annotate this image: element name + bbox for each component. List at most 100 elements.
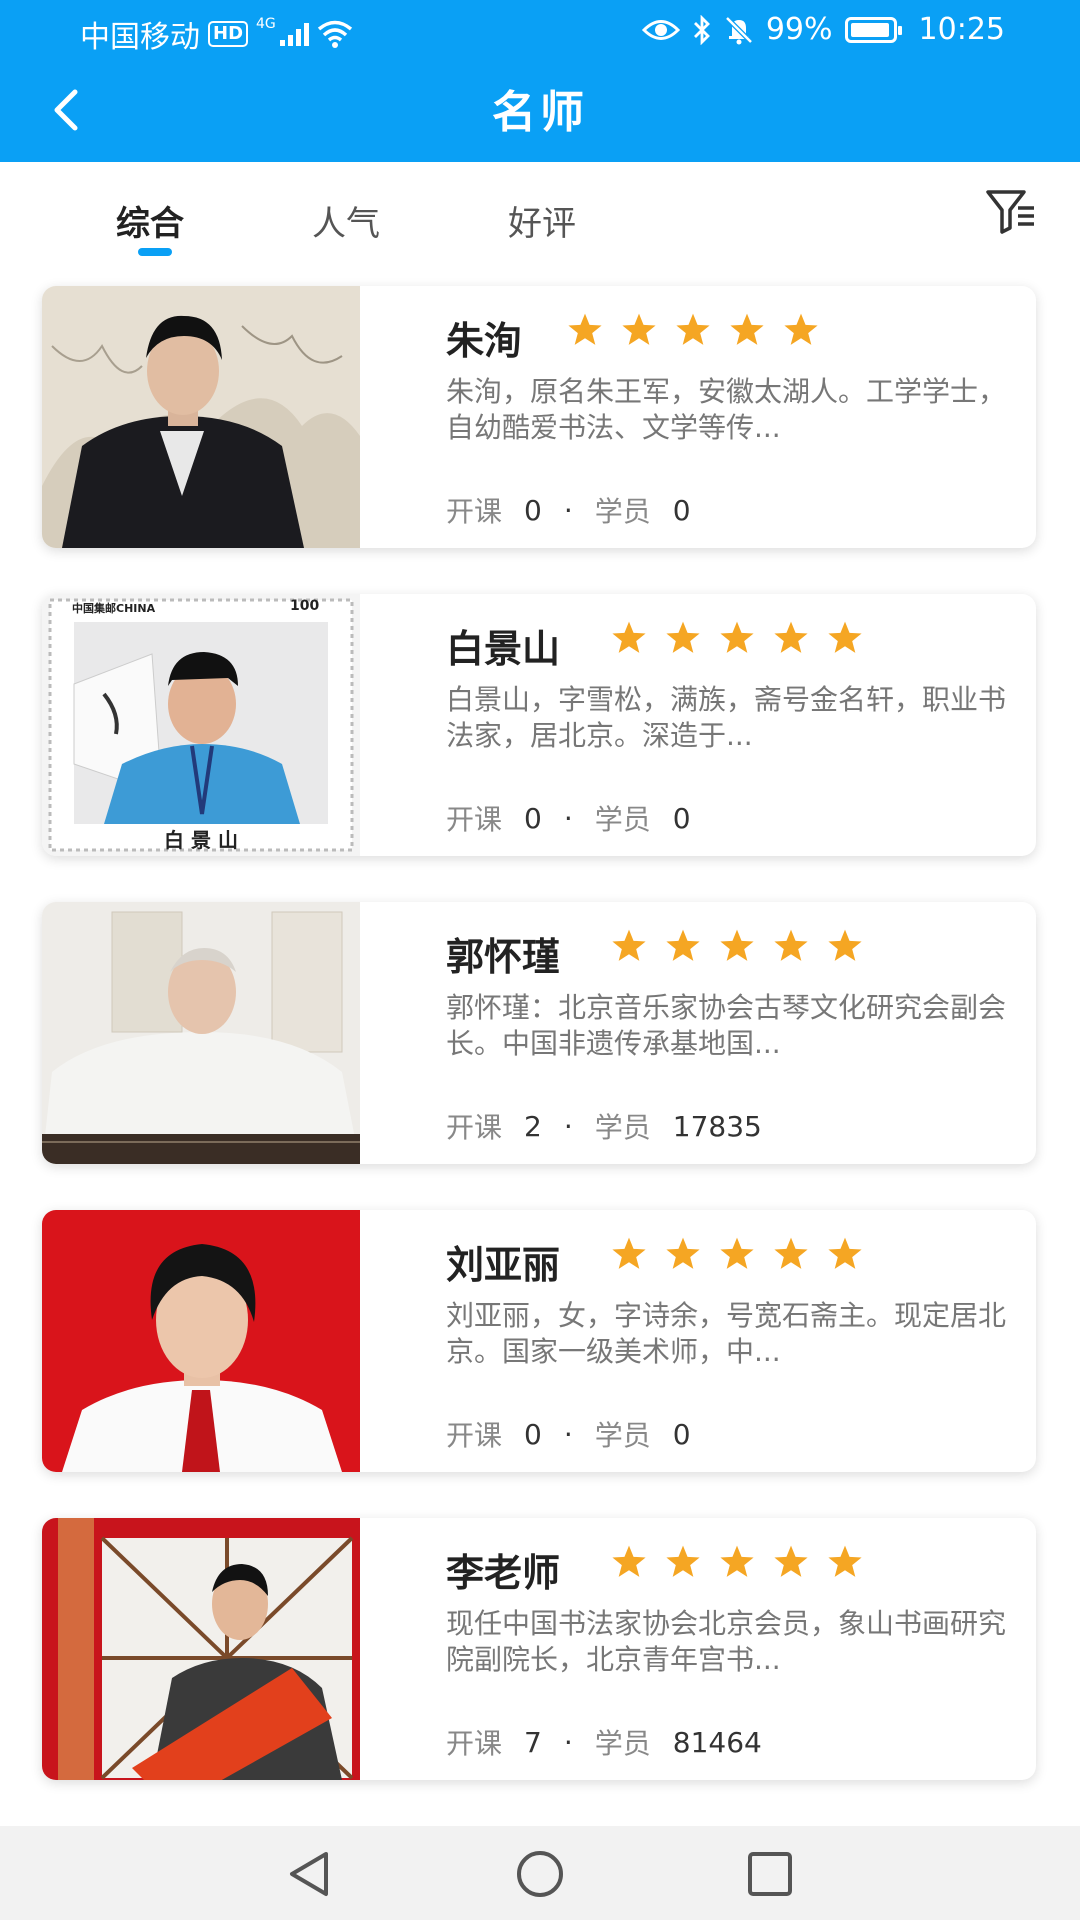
teacher-card[interactable]: 刘亚丽 刘亚丽，女，字诗余，号宽石斋主。现定居北京。国家一级美术师，中... 开…	[42, 1210, 1036, 1472]
star-icon	[720, 1237, 754, 1269]
active-tab-indicator	[138, 248, 172, 256]
system-navigation-bar	[0, 1826, 1080, 1920]
star-icon	[774, 621, 808, 653]
teacher-card[interactable]: 中国集邮CHINA 100 白 景 山 白景山 白景山，字雪松，满族，斋号金名轩…	[42, 594, 1036, 856]
teacher-name: 郭怀瑾	[446, 935, 561, 979]
teacher-card[interactable]: 朱洵 朱洵，原名朱王军，安徽太湖人。工学学士，自幼酷爱书法、文学等传... 开课…	[42, 286, 1036, 548]
star-icon	[828, 1237, 862, 1269]
courses-count: 2	[524, 1109, 542, 1143]
star-icon	[666, 621, 700, 653]
rating-stars	[610, 620, 864, 656]
teacher-description: 刘亚丽，女，字诗余，号宽石斋主。现定居北京。国家一级美术师，中...	[446, 1299, 1006, 1368]
teacher-stats: 开课 0 · 学员 0	[446, 1414, 691, 1454]
teacher-name: 刘亚丽	[446, 1243, 561, 1287]
students-label: 学员	[594, 1419, 651, 1452]
students-count: 17835	[672, 1109, 762, 1143]
students-count: 0	[672, 801, 691, 835]
network-type: 4G	[256, 16, 276, 32]
filter-button[interactable]	[984, 188, 1040, 238]
star-icon	[612, 1545, 646, 1577]
star-icon	[622, 313, 656, 345]
tab-popularity[interactable]: 人气	[312, 196, 380, 245]
eye-icon	[641, 19, 680, 40]
star-icon	[612, 621, 646, 653]
star-icon	[828, 929, 862, 961]
system-recents-button[interactable]	[740, 1844, 800, 1904]
teacher-stats: 开课 0 · 学员 0	[446, 490, 691, 530]
stamp-caption: 白 景 山	[164, 828, 238, 852]
teacher-description: 白景山，字雪松，满族，斋号金名轩，职业书法家，居北京。深造于...	[446, 683, 1006, 752]
system-back-button[interactable]	[280, 1844, 340, 1904]
star-icon	[774, 929, 808, 961]
students-label: 学员	[594, 495, 651, 528]
rating-stars	[610, 1236, 864, 1272]
system-home-button[interactable]	[510, 1844, 570, 1904]
rating-stars	[610, 1544, 864, 1580]
home-circle-icon	[517, 1851, 563, 1897]
teacher-card[interactable]: 李老师 现任中国书法家协会北京会员，象山书画研究院副院长，北京青年宫书... 开…	[42, 1518, 1036, 1780]
app-header: 中国移动 HD 4G 99% 10:25 名师	[0, 0, 1080, 162]
clock: 10:25	[918, 12, 1005, 47]
star-icon	[666, 929, 700, 961]
teacher-description: 现任中国书法家协会北京会员，象山书画研究院副院长，北京青年宫书...	[446, 1607, 1006, 1676]
tab-comprehensive[interactable]: 综合	[116, 196, 184, 245]
teacher-stats: 开课 2 · 学员 17835	[446, 1106, 762, 1146]
star-icon	[774, 1237, 808, 1269]
star-icon	[612, 929, 646, 961]
stamp-top-left-text: 中国集邮CHINA	[72, 602, 156, 615]
teacher-photo	[42, 902, 360, 1164]
students-count: 81464	[672, 1725, 762, 1759]
teacher-card[interactable]: 郭怀瑾 郭怀瑾：北京音乐家协会古琴文化研究会副会长。中国非遗传承基地国... 开…	[42, 902, 1036, 1164]
signal-icon	[279, 22, 309, 46]
star-icon	[828, 621, 862, 653]
star-icon	[784, 313, 818, 345]
star-icon	[828, 1545, 862, 1577]
courses-label: 开课	[446, 1419, 503, 1452]
rating-stars	[610, 928, 864, 964]
teacher-photo	[42, 1210, 360, 1472]
star-icon	[612, 1237, 646, 1269]
teacher-description: 朱洵，原名朱王军，安徽太湖人。工学学士，自幼酷爱书法、文学等传...	[446, 375, 1006, 444]
page-title: 名师	[492, 87, 588, 138]
wifi-icon	[317, 20, 352, 48]
courses-count: 0	[524, 801, 542, 835]
star-icon	[730, 313, 764, 345]
students-label: 学员	[594, 1727, 651, 1760]
carrier-label: 中国移动	[80, 20, 200, 55]
star-icon	[666, 1237, 700, 1269]
recents-square-icon	[748, 1852, 792, 1896]
star-icon	[774, 1545, 808, 1577]
teacher-photo	[42, 1518, 360, 1780]
stamp-top-right-text: 100	[290, 598, 320, 614]
mute-bell-icon	[725, 15, 753, 44]
star-icon	[720, 1545, 754, 1577]
courses-label: 开课	[446, 1111, 503, 1144]
students-label: 学员	[594, 1111, 651, 1144]
students-count: 0	[672, 1417, 691, 1451]
star-icon	[666, 1545, 700, 1577]
star-icon	[676, 313, 710, 345]
teacher-name: 朱洵	[446, 319, 523, 363]
courses-count: 7	[524, 1725, 542, 1759]
sort-tabs: 综合 人气 好评	[0, 162, 1080, 272]
battery-icon	[844, 16, 902, 43]
teacher-name: 李老师	[446, 1551, 561, 1595]
status-bar: 中国移动 HD 4G 99% 10:25	[0, 0, 1080, 60]
courses-label: 开课	[446, 1727, 503, 1760]
filter-icon	[986, 190, 1034, 234]
rating-stars	[566, 312, 820, 348]
star-icon	[568, 313, 602, 345]
star-icon	[720, 929, 754, 961]
teacher-stats: 开课 0 · 学员 0	[446, 798, 691, 838]
hd-badge: HD	[208, 21, 249, 47]
students-count: 0	[672, 493, 691, 527]
tab-good-reviews[interactable]: 好评	[508, 196, 576, 245]
teacher-stats: 开课 7 · 学员 81464	[446, 1722, 762, 1762]
courses-label: 开课	[446, 495, 503, 528]
teacher-name: 白景山	[446, 627, 561, 671]
teacher-photo	[42, 286, 360, 548]
courses-label: 开课	[446, 803, 503, 836]
star-icon	[720, 621, 754, 653]
teacher-photo: 中国集邮CHINA 100 白 景 山	[42, 594, 360, 856]
students-label: 学员	[594, 803, 651, 836]
